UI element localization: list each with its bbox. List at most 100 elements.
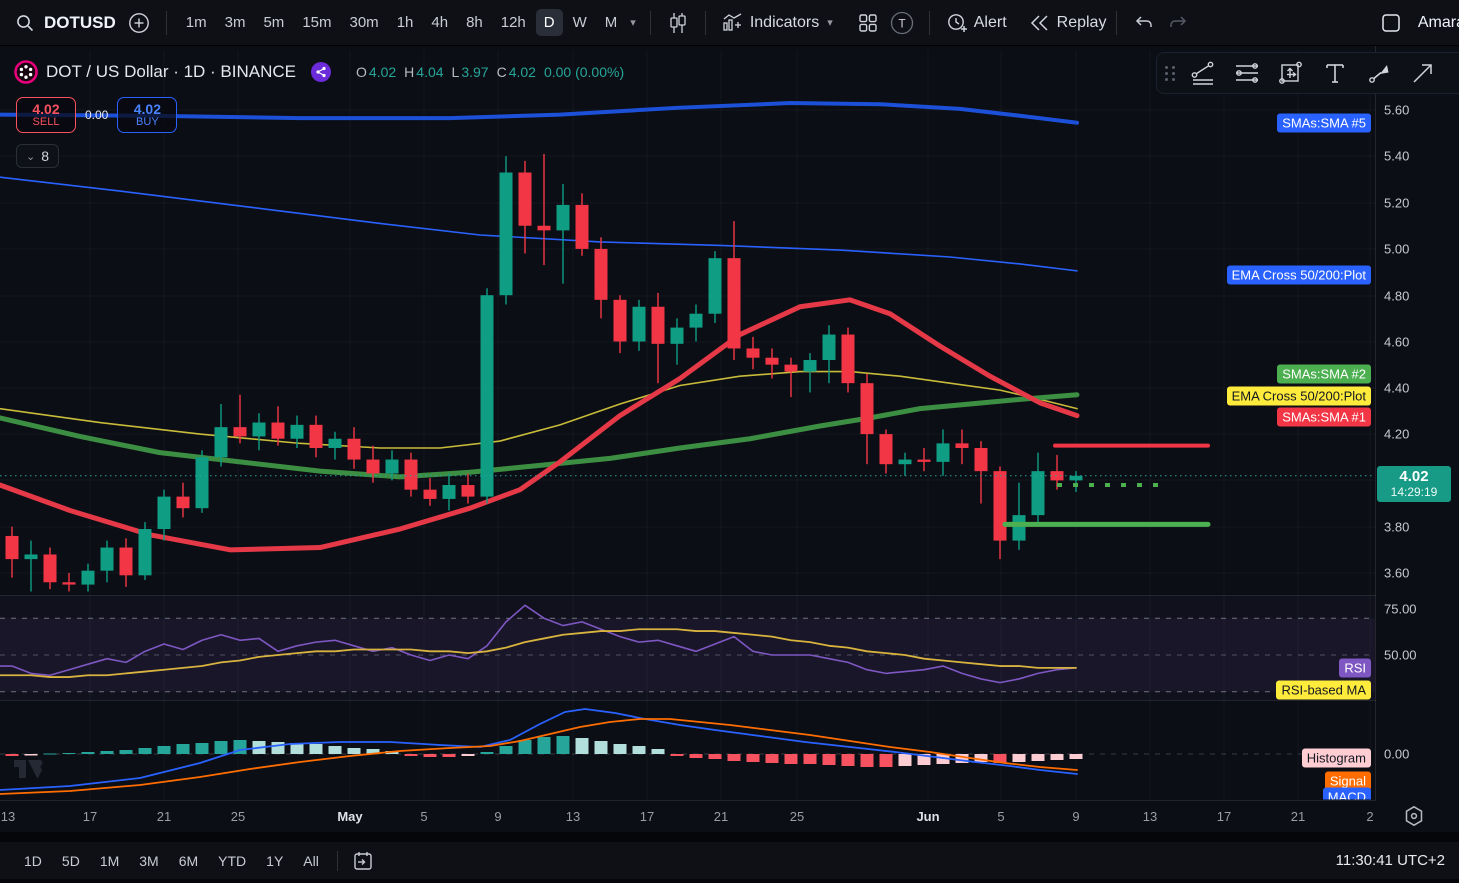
ohlc-values: O 4.02 H 4.04 L 3.97 C 4.02 0.00 (0.00%) (348, 64, 624, 80)
indicator-axis-label: SMAs:SMA #2 (1277, 364, 1371, 384)
text-tool-icon[interactable] (1313, 54, 1357, 92)
replay-rewind-icon[interactable] (1023, 6, 1057, 40)
chevron-down-icon[interactable]: ▾ (827, 16, 833, 29)
time-axis-label: 17 (639, 809, 655, 824)
chevron-down-icon[interactable]: ▾ (630, 16, 636, 29)
range-button-6M[interactable]: 6M (171, 849, 206, 873)
time-axis[interactable]: 13 17 21 25 May 5 9 13 17 21 25 Jun 5 9 13 17 21 2 (0, 800, 1376, 832)
redo-icon[interactable] (1161, 6, 1195, 40)
high-label: H (404, 64, 415, 80)
change-value: 0.00 (0.00%) (543, 64, 625, 80)
price-axis-label: 5.20 (1384, 195, 1410, 211)
polkadot-logo (14, 60, 38, 84)
toolbar-divider (928, 10, 930, 35)
calendar-go-to-date-icon[interactable] (346, 844, 380, 878)
price-axis-label: 0.00 (1384, 746, 1410, 762)
pane-separator[interactable] (0, 595, 1459, 596)
candles-style-icon[interactable] (661, 6, 695, 40)
settings-hexagon-icon[interactable] (1402, 804, 1426, 828)
timeframe-button-W[interactable]: W (565, 9, 595, 36)
price-axis-label: 4.20 (1384, 426, 1410, 442)
symbol-title[interactable]: DOT / US Dollar · 1D · BINANCE (46, 62, 296, 82)
range-button-YTD[interactable]: YTD (210, 849, 254, 873)
timeframe-button-M[interactable]: M (597, 9, 626, 36)
bottom-divider (0, 832, 1459, 842)
price-axis-label: 5.00 (1384, 241, 1410, 257)
candles-layer (5, 153, 1083, 592)
arrow-marker-tool-icon[interactable] (1357, 54, 1401, 92)
symbol-legend: DOT / US Dollar · 1D · BINANCE O 4.02 H 4.… (14, 60, 624, 84)
alert-button[interactable]: Alert (974, 14, 1007, 32)
timeframe-button-8h[interactable]: 8h (458, 9, 491, 36)
price-axis-label: 75.00 (1384, 601, 1417, 617)
time-axis-label: 21 (713, 809, 729, 824)
layout-name-label[interactable]: Amara (1418, 14, 1459, 32)
save-layout-square-icon[interactable] (1374, 6, 1408, 40)
indicators-button[interactable]: Indicators (750, 14, 819, 32)
buy-button[interactable]: 4.02 BUY (117, 97, 178, 133)
trend-line-tool-icon[interactable] (1181, 54, 1225, 92)
main-chart-canvas[interactable] (0, 0, 1375, 800)
date-range-list: 1D 5D 1M 3M 6M YTD 1Y All (14, 849, 329, 873)
timeframe-button-4h[interactable]: 4h (423, 9, 456, 36)
close-label: C (496, 64, 507, 80)
templates-t-icon[interactable]: T (885, 6, 919, 40)
timeframe-button-5m[interactable]: 5m (255, 9, 292, 36)
price-axis-label: 3.80 (1384, 519, 1410, 535)
range-button-1Y[interactable]: 1Y (258, 849, 291, 873)
current-price-value: 4.02 (1399, 468, 1429, 485)
bottom-edge (0, 879, 1459, 883)
clock-utc-label[interactable]: 11:30:41 UTC+2 (1336, 852, 1445, 869)
time-axis-label: 21 (156, 809, 172, 824)
timeframe-button-30m[interactable]: 30m (342, 9, 387, 36)
indicators-icon[interactable] (716, 6, 750, 40)
timeframe-list: 1m 3m 5m 15m 30m 1h 4h 8h 12h D W M (177, 9, 627, 36)
toolbar-divider (1116, 10, 1118, 35)
pane-separator[interactable] (0, 700, 1459, 701)
layout-grid-icon[interactable] (851, 6, 885, 40)
price-axis[interactable]: 5.60 5.40 5.20 5.00 4.80 4.60 4.40 4.20 3.80 3.60… (1376, 46, 1459, 832)
price-axis-label: 5.40 (1384, 148, 1410, 164)
time-axis-label: 25 (230, 809, 246, 824)
buy-label: BUY (136, 115, 159, 128)
drag-handle-icon[interactable] (1163, 60, 1177, 86)
undo-icon[interactable] (1127, 6, 1161, 40)
bar-countdown: 14:29:19 (1390, 485, 1438, 499)
range-button-1M[interactable]: 1M (92, 849, 127, 873)
toolbar-divider (336, 850, 338, 871)
share-icon[interactable] (310, 61, 332, 83)
time-axis-label: 9 (494, 809, 502, 824)
time-axis-label: 13 (0, 809, 16, 824)
hidden-indicators-count: 8 (41, 148, 50, 164)
tradingview-watermark-icon (14, 759, 47, 778)
range-button-3M[interactable]: 3M (131, 849, 166, 873)
horizontal-line-tool-icon[interactable] (1225, 54, 1269, 92)
add-symbol-plus-icon[interactable] (122, 6, 156, 40)
sell-button[interactable]: 4.02 SELL (16, 97, 76, 133)
timeframe-button-1m[interactable]: 1m (178, 9, 215, 36)
open-value: 4.02 (368, 64, 397, 80)
search-icon[interactable] (8, 6, 42, 40)
time-axis-label: 5 (997, 809, 1005, 824)
timeframe-button-D[interactable]: D (535, 9, 563, 36)
hidden-indicators-chip[interactable]: ⌄ 8 (16, 144, 60, 168)
timeframe-button-15m[interactable]: 15m (294, 9, 339, 36)
time-axis-label: 5 (420, 809, 428, 824)
replay-button[interactable]: Replay (1057, 14, 1107, 32)
arrow-tool-icon[interactable] (1401, 54, 1445, 92)
position-projection-tool-icon[interactable] (1269, 54, 1313, 92)
timeframe-button-12h[interactable]: 12h (493, 9, 534, 36)
range-button-1D[interactable]: 1D (16, 849, 50, 873)
range-button-All[interactable]: All (295, 849, 327, 873)
price-axis-label: 4.60 (1384, 334, 1410, 350)
range-button-5D[interactable]: 5D (54, 849, 88, 873)
close-value: 4.02 (508, 64, 536, 80)
timeframe-button-1h[interactable]: 1h (389, 9, 422, 36)
symbol-search-button[interactable]: DOTUSD (44, 13, 116, 33)
indicator-axis-label: EMA Cross 50/200:Plot (1226, 386, 1371, 406)
indicator-axis-label: Histogram (1301, 748, 1371, 768)
svg-text:T: T (898, 16, 906, 30)
timeframe-button-3m[interactable]: 3m (217, 9, 254, 36)
alert-clock-icon[interactable] (940, 6, 974, 40)
indicator-axis-label: SMAs:SMA #1 (1277, 407, 1371, 427)
